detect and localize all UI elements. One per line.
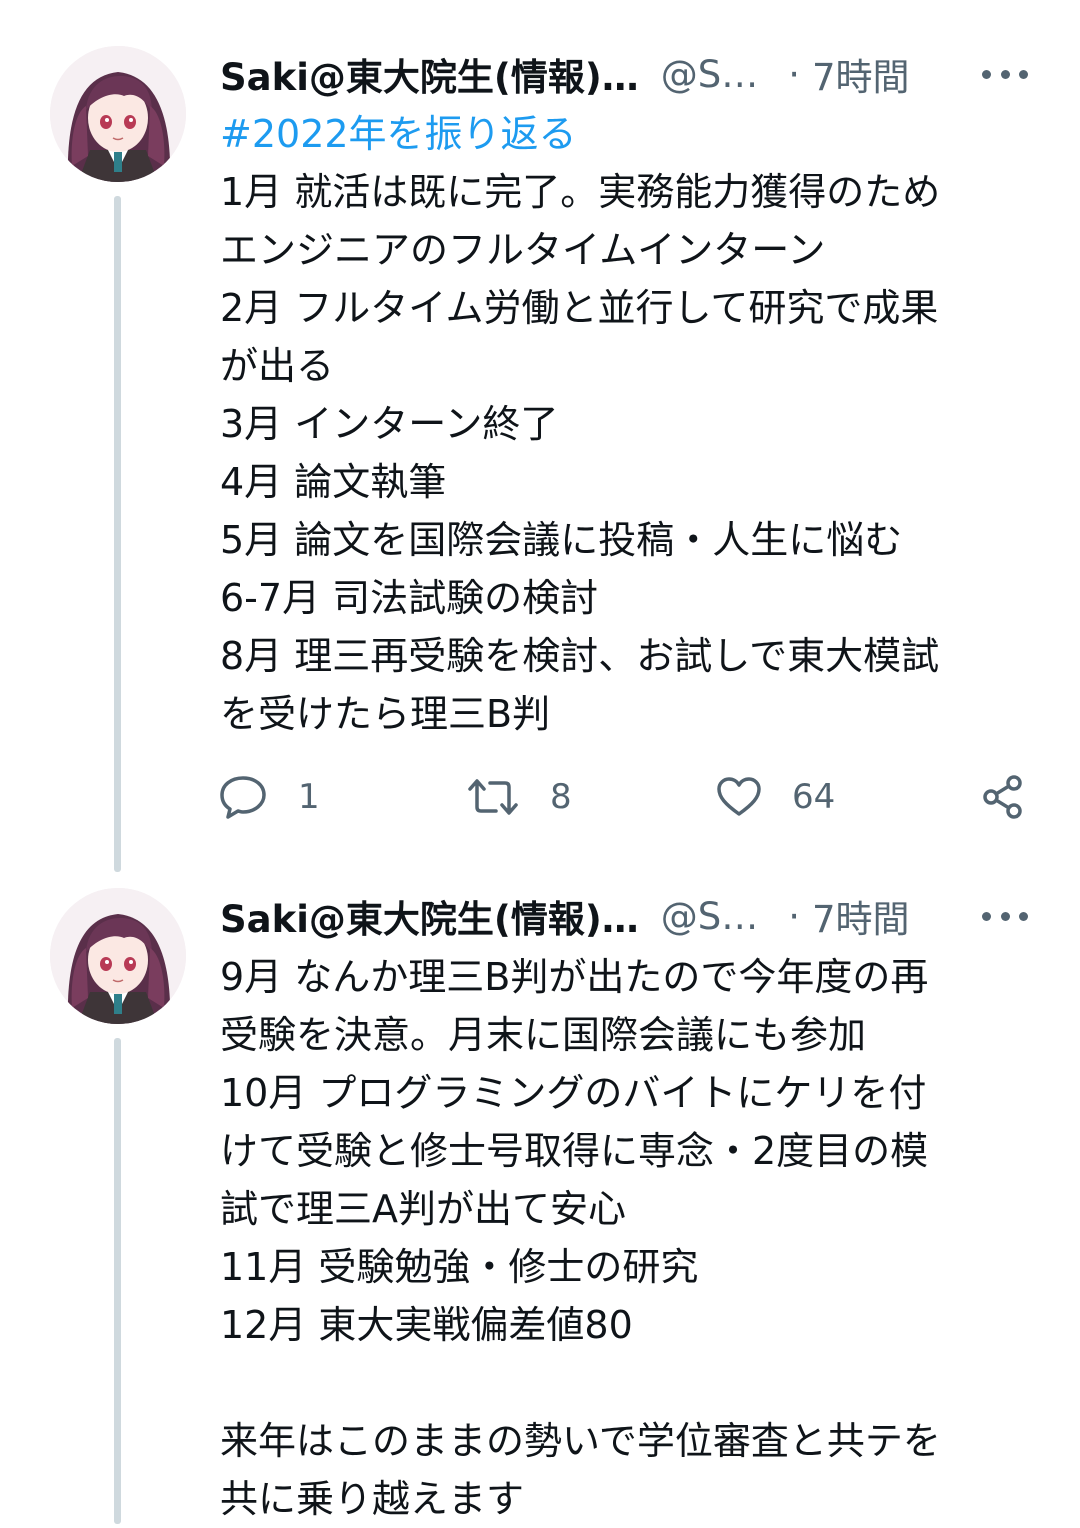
tweet-header: Saki@東大院生(情報)… @S… · 7時間 [220,886,1040,946]
avatar[interactable] [50,46,186,182]
tweet-text-line: 11月 受験勉強・修士の研究 [220,1245,699,1289]
retweet-count: 8 [550,777,572,817]
tweet-text-line: 4月 論文執筆 [220,460,447,504]
tweet-text-line: 試で理三A判が出て安心 [220,1187,626,1231]
tweet-text-line: 9月 なんか理三B判が出たので今年度の再 [220,955,929,999]
tweet-text-line: エンジニアのフルタイムインターン [220,228,826,272]
tweet-text-line: 来年はこのままの勢いで学位審査と共テを [220,1419,941,1463]
tweet-2[interactable]: Saki@東大院生(情報)… @S… · 7時間 9月 なんか理三B判が出たので… [0,872,1080,1524]
tweet-text-line: 6-7月 司法試験の検討 [220,576,599,620]
heart-icon [717,777,761,816]
tweet-text-line: 8月 理三再受験を検討、お試しで東大模試 [220,634,940,678]
author-handle[interactable]: @S… [661,53,759,96]
like-count: 64 [792,777,836,817]
tweet-text-line: 共に乗り越えます [220,1477,525,1521]
tweet-text-line: 3月 インターン終了 [220,402,559,446]
anime-girl-avatar-icon [50,888,186,1024]
tweet-1[interactable]: Saki@東大院生(情報)… @S… · 7時間 #2022年を振り返る 1月 … [0,0,1080,872]
share-button[interactable] [980,767,1056,827]
tweet-text-line: 12月 東大実戦偏差値80 [220,1303,633,1347]
tweet-header: Saki@東大院生(情報)… @S… · 7時間 [220,44,1040,104]
reply-icon [220,776,266,819]
tweet-text-line: けて受験と修士号取得に専念・2度目の模 [220,1129,929,1173]
avatar[interactable] [50,888,186,1024]
author-name[interactable]: Saki@東大院生(情報)… [220,889,639,943]
tweet-time[interactable]: 7時間 [812,889,910,943]
share-icon [983,775,1022,819]
author-handle[interactable]: @S… [661,895,759,938]
retweet-button[interactable]: 8 [466,767,572,827]
like-button[interactable]: 64 [716,767,835,827]
tweet-text-line: が出る [220,344,335,388]
tweet-text-line: 5月 論文を国際会議に投稿・人生に悩む [220,518,903,562]
tweet-time[interactable]: 7時間 [812,47,910,101]
reply-count: 1 [298,777,320,817]
tweet-text-line: を受けたら理三B判 [220,692,551,736]
retweet-icon [468,779,518,815]
reply-button[interactable]: 1 [218,767,320,827]
tweet-text-line: 10月 プログラミングのバイトにケリを付 [220,1071,927,1115]
tweet-actions: 1 8 64 [218,767,1038,827]
more-dots-icon[interactable] [982,64,1028,84]
separator-dot: · [788,894,800,938]
tweet-text: 9月 なんか理三B判が出たので今年度の再 受験を決意。月末に国際会議にも参加 1… [220,948,1030,1528]
anime-girl-avatar-icon [50,46,186,182]
tweet-text: #2022年を振り返る 1月 就活は既に完了。実務能力獲得のため エンジニアのフ… [220,105,1030,743]
tweet-text-line: 1月 就活は既に完了。実務能力獲得のため [220,170,941,214]
author-name[interactable]: Saki@東大院生(情報)… [220,47,639,101]
separator-dot: · [788,52,800,96]
tweet-text-line: 2月 フルタイム労働と並行して研究で成果 [220,286,939,330]
more-dots-icon[interactable] [982,906,1028,926]
tweet-text-line: 受験を決意。月末に国際会議にも参加 [220,1013,867,1057]
hashtag-link[interactable]: #2022年を振り返る [220,105,1030,163]
